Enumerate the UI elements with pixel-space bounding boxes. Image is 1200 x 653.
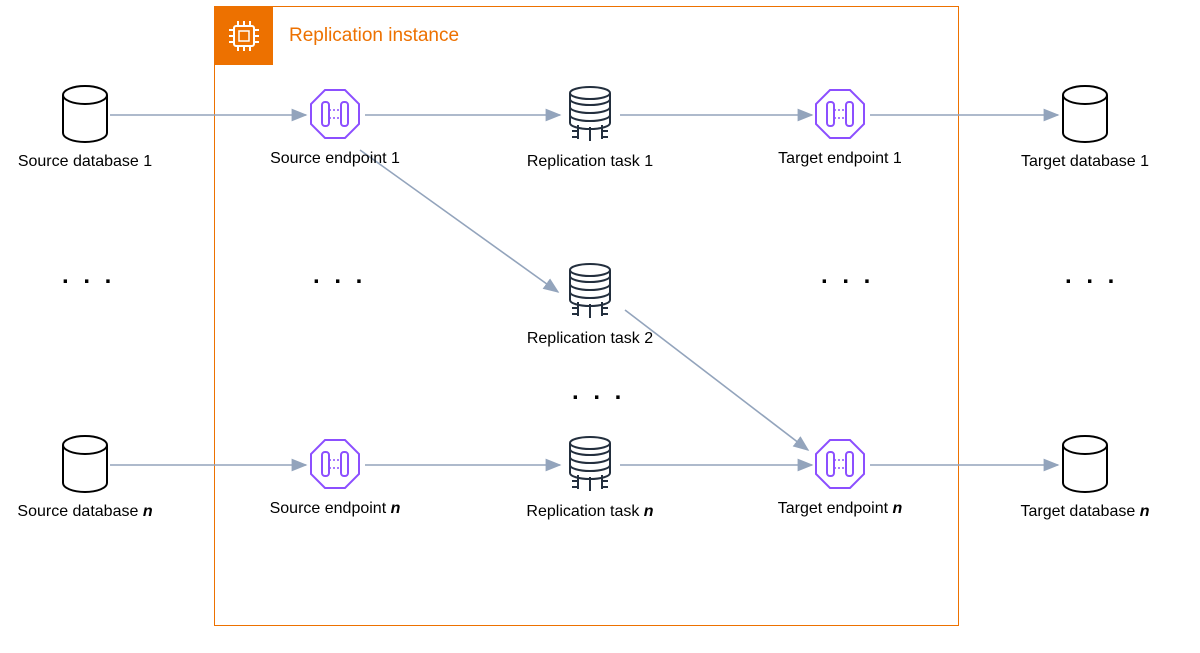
- container-title: Replication instance: [289, 25, 459, 47]
- node-label: Replication task n: [526, 503, 653, 521]
- container-header: Replication instance: [215, 7, 459, 65]
- target-endpoint-1: Target endpoint 1: [755, 88, 925, 168]
- source-database-n: Source database n: [0, 435, 170, 521]
- node-label: Source endpoint n: [270, 500, 401, 518]
- ellipsis: . . .: [821, 262, 874, 290]
- replication-task-1: Replication task 1: [505, 85, 675, 171]
- database-icon: [1061, 435, 1109, 493]
- node-label: Source database 1: [18, 153, 152, 170]
- node-label: Target endpoint 1: [778, 150, 902, 167]
- task-icon: [566, 435, 614, 493]
- endpoint-icon: [814, 88, 866, 140]
- target-endpoint-n: Target endpoint n: [755, 438, 925, 518]
- node-label: Source database n: [17, 503, 152, 521]
- endpoint-icon: [309, 438, 361, 490]
- endpoint-icon: [309, 88, 361, 140]
- ellipsis: . . .: [62, 262, 115, 290]
- database-icon: [61, 85, 109, 143]
- endpoint-icon: [814, 438, 866, 490]
- source-endpoint-n: Source endpoint n: [250, 438, 420, 518]
- target-database-n: Target database n: [1000, 435, 1170, 521]
- replication-task-n: Replication task n: [505, 435, 675, 521]
- node-label: Replication task 2: [527, 330, 653, 347]
- node-label: Source endpoint 1: [270, 150, 400, 167]
- ellipsis: . . .: [1065, 262, 1118, 290]
- task-icon: [566, 262, 614, 320]
- target-database-1: Target database 1: [1000, 85, 1170, 171]
- source-endpoint-1: Source endpoint 1: [250, 88, 420, 168]
- node-label: Replication task 1: [527, 153, 653, 170]
- database-icon: [1061, 85, 1109, 143]
- node-label: Target endpoint n: [778, 500, 903, 518]
- ellipsis: . . .: [572, 378, 625, 406]
- node-label: Target database 1: [1021, 153, 1149, 170]
- node-label: Target database n: [1021, 503, 1150, 521]
- source-database-1: Source database 1: [0, 85, 170, 171]
- replication-task-2: Replication task 2: [505, 262, 675, 348]
- chip-icon: [215, 7, 273, 65]
- ellipsis: . . .: [313, 262, 366, 290]
- task-icon: [566, 85, 614, 143]
- database-icon: [61, 435, 109, 493]
